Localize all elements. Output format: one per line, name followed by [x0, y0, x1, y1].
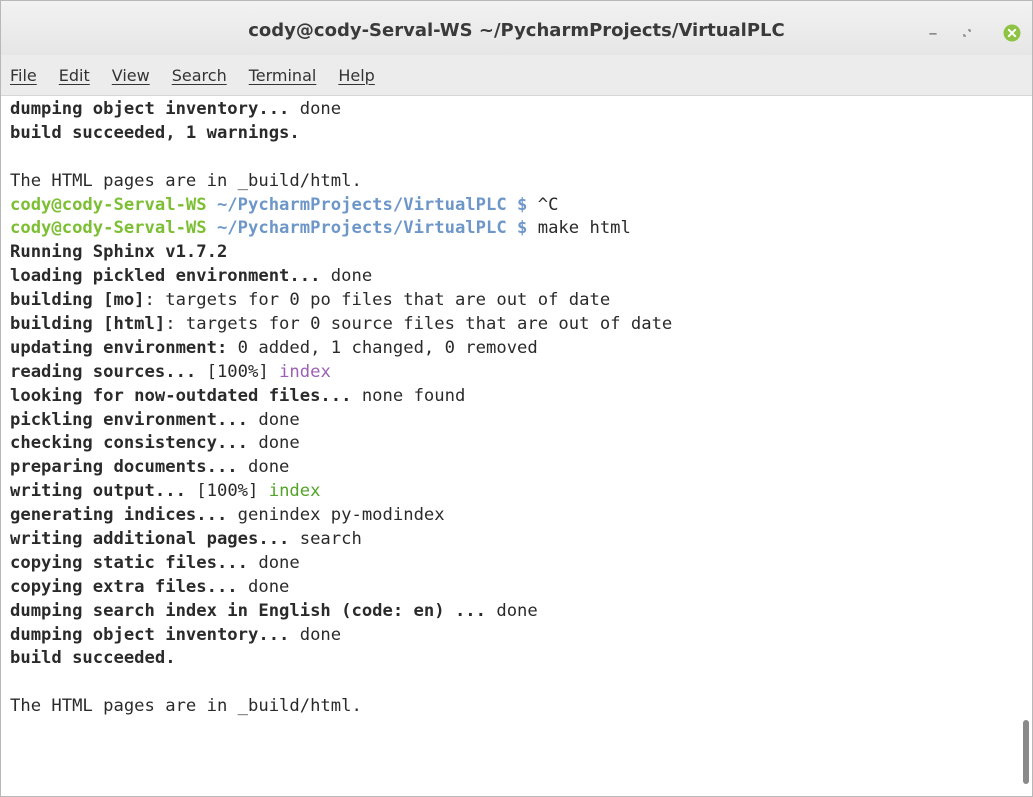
prompt-user: cody@cody-Serval-WS [10, 218, 207, 239]
output-line: checking consistency... done [10, 433, 300, 454]
prompt-path: ~/PycharmProjects/VirtualPLC $ [206, 194, 528, 215]
close-icon [1003, 24, 1021, 42]
minimize-icon: – [928, 22, 938, 44]
scrollbar-thumb[interactable] [1023, 720, 1029, 784]
output-line: copying extra files... done [10, 576, 290, 597]
menu-help[interactable]: Help [327, 66, 385, 85]
maximize-icon [963, 29, 971, 37]
reading-index-tag: index [279, 361, 331, 382]
vertical-scrollbar[interactable] [1021, 96, 1031, 796]
output-line: pickling environment... done [10, 409, 300, 430]
maximize-button[interactable] [957, 23, 977, 43]
terminal-output[interactable]: dumping object inventory... done build s… [1, 96, 1032, 796]
output-line: looking for now-outdated files... none f… [10, 385, 466, 406]
output-line: reading sources... [100%] index [10, 361, 331, 382]
menu-view[interactable]: View [101, 66, 161, 85]
output-line: preparing documents... done [10, 457, 290, 478]
prompt-line: cody@cody-Serval-WS ~/PycharmProjects/Vi… [10, 194, 672, 218]
minimize-button[interactable]: – [923, 22, 943, 44]
prompt-command: make html [527, 218, 631, 239]
output-line: loading pickled environment... done [10, 266, 373, 287]
prompt-line: cody@cody-Serval-WS ~/PycharmProjects/Vi… [10, 217, 672, 241]
menu-file[interactable]: File [1, 66, 48, 85]
prompt-command: ^C [527, 194, 559, 215]
title-bar[interactable]: cody@cody-Serval-WS ~/PycharmProjects/Vi… [1, 1, 1032, 55]
menu-search[interactable]: Search [161, 66, 238, 85]
output-line: dumping object inventory... done [10, 624, 342, 645]
output-line: writing output... [100%] index [10, 481, 321, 502]
output-line: writing additional pages... search [10, 529, 362, 550]
terminal-text: dumping object inventory... done build s… [10, 98, 672, 719]
close-button[interactable] [1002, 23, 1022, 43]
output-line: generating indices... genindex py-modind… [10, 505, 445, 526]
menu-terminal[interactable]: Terminal [238, 66, 328, 85]
menu-edit[interactable]: Edit [48, 66, 101, 85]
terminal-window: cody@cody-Serval-WS ~/PycharmProjects/Vi… [0, 0, 1033, 797]
writing-index-tag: index [268, 481, 321, 502]
output-line: Running Sphinx v1.7.2 [10, 242, 228, 263]
output-line: The HTML pages are in _build/html. [10, 170, 362, 191]
menu-bar: File Edit View Search Terminal Help [1, 55, 1032, 96]
output-line: The HTML pages are in _build/html. [10, 696, 362, 717]
output-line: dumping object inventory... done [10, 99, 342, 119]
output-line: building [mo]: targets for 0 po files th… [10, 290, 611, 311]
prompt-user: cody@cody-Serval-WS [10, 194, 207, 215]
output-line: build succeeded. [10, 648, 176, 669]
output-line: build succeeded, 1 warnings. [10, 122, 300, 143]
prompt-path: ~/PycharmProjects/VirtualPLC $ [206, 218, 528, 239]
output-line: building [html]: targets for 0 source fi… [10, 314, 673, 335]
output-line: updating environment: 0 added, 1 changed… [10, 337, 538, 358]
output-line: copying static files... done [10, 552, 300, 573]
window-title: cody@cody-Serval-WS ~/PycharmProjects/Vi… [248, 20, 785, 41]
output-line: dumping search index in English (code: e… [10, 600, 538, 621]
